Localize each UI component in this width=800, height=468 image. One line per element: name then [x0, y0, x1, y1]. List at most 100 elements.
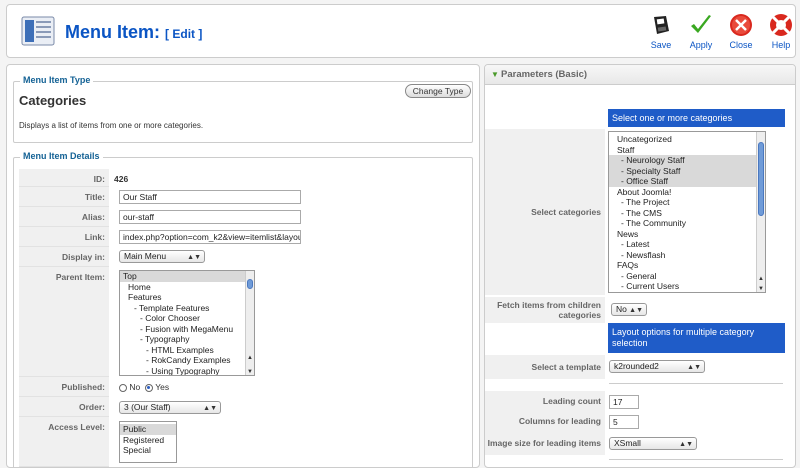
apply-button[interactable]: Apply — [681, 13, 721, 50]
category-option[interactable]: - Office Staff — [609, 176, 765, 187]
help-button[interactable]: Help — [761, 13, 800, 50]
change-type-button[interactable]: Change Type — [405, 84, 471, 98]
id-label: ID: — [19, 169, 109, 187]
link-input[interactable]: index.php?option=com_k2&view=itemlist&la… — [119, 230, 301, 244]
parent-item-label: Parent Item: — [19, 267, 109, 377]
parent-option[interactable]: - Using Typography — [120, 366, 254, 376]
parent-option[interactable]: - Typography — [120, 334, 254, 345]
display-in-select[interactable]: Main Menu ▲▼ — [119, 250, 205, 263]
parent-item-row: Parent Item: Top Home Features - Templat… — [19, 267, 469, 377]
checkmark-icon — [691, 15, 711, 33]
parent-item-listbox[interactable]: Top Home Features - Template Features - … — [119, 270, 255, 376]
select-arrows-icon: ▲▼ — [687, 364, 701, 371]
published-no-radio[interactable] — [119, 383, 127, 392]
order-value: 3 (Our Staff) — [124, 402, 171, 412]
category-option[interactable]: - Neurology Staff — [609, 155, 765, 166]
menu-item-details-legend: Menu Item Details — [20, 151, 103, 161]
categories-scrollbar[interactable]: ▲ ▼ — [756, 132, 765, 292]
scroll-up-icon[interactable]: ▲ — [757, 276, 765, 282]
toolbar: Menu Item: [ Edit ] Save Apply Close Hel… — [6, 4, 796, 58]
published-radios: No Yes — [119, 382, 169, 392]
link-row: Link: index.php?option=com_k2&view=iteml… — [19, 227, 469, 247]
image-size-select[interactable]: XSmall ▲▼ — [609, 437, 697, 450]
access-level-listbox[interactable]: Public Registered Special — [119, 421, 177, 463]
category-option[interactable]: - The Project — [609, 197, 765, 208]
published-no-label: No — [129, 382, 141, 392]
image-size-value: XSmall — [614, 438, 641, 448]
category-option[interactable]: FAQs — [609, 260, 765, 271]
category-option[interactable]: - The Community — [609, 218, 765, 229]
menu-item-type-legend: Menu Item Type — [20, 75, 94, 85]
access-level-row: Access Level: Public Registered Special — [19, 417, 469, 467]
category-option[interactable]: - Latest — [609, 239, 765, 250]
columns-leading-input[interactable]: 5 — [609, 415, 639, 429]
fetch-children-row: Fetch items from children categories No … — [485, 297, 795, 323]
category-option[interactable]: Uncategorized — [609, 134, 765, 145]
template-select[interactable]: k2rounded2 ▲▼ — [609, 360, 705, 373]
menu-item-type-name: Categories — [19, 93, 87, 108]
category-option[interactable]: - Specialty Staff — [609, 165, 765, 176]
parent-option[interactable]: Home — [120, 282, 254, 293]
leading-count-input[interactable]: 17 — [609, 395, 639, 409]
menu-item-type-fieldset: Menu Item Type — [13, 75, 473, 143]
scroll-up-icon[interactable]: ▲ — [246, 355, 254, 361]
page-title: Menu Item: [ Edit ] — [65, 22, 202, 43]
save-button[interactable]: Save — [641, 13, 681, 50]
access-option[interactable]: Registered — [120, 435, 176, 446]
alias-input[interactable]: our-staff — [119, 210, 301, 224]
parent-option[interactable]: - RokCandy Examples — [120, 355, 254, 366]
scroll-down-icon[interactable]: ▼ — [246, 369, 254, 375]
category-option[interactable]: - The CMS — [609, 208, 765, 219]
categories-listbox[interactable]: Uncategorized Staff - Neurology Staff - Spe… — [608, 131, 766, 293]
fetch-children-value: No — [616, 304, 627, 314]
template-value: k2rounded2 — [614, 361, 659, 371]
fetch-children-select[interactable]: No ▲▼ — [611, 303, 647, 316]
parent-option[interactable]: - HTML Examples — [120, 345, 254, 356]
category-option[interactable]: - Newsflash — [609, 250, 765, 261]
leading-count-label: Leading count — [485, 391, 605, 411]
fetch-children-label: Fetch items from children categories — [485, 297, 605, 323]
order-label: Order: — [19, 397, 109, 417]
template-label: Select a template — [485, 355, 605, 379]
category-option[interactable]: About Joomla! — [609, 187, 765, 198]
parameters-header[interactable]: ▼ Parameters (Basic) — [485, 65, 795, 85]
select-arrows-icon: ▲▼ — [679, 441, 693, 448]
access-level-label: Access Level: — [19, 417, 109, 467]
access-option[interactable]: Special — [120, 445, 176, 456]
help-label: Help — [771, 40, 791, 50]
parent-option[interactable]: - Template Features — [120, 303, 254, 314]
published-yes-radio[interactable] — [144, 383, 153, 392]
access-option[interactable]: Public — [120, 424, 176, 435]
order-row: Order: 3 (Our Staff) ▲▼ — [19, 397, 469, 417]
display-in-label: Display in: — [19, 247, 109, 267]
scrollbar-thumb[interactable] — [247, 279, 253, 289]
published-row: Published: No Yes — [19, 377, 469, 397]
parent-listbox-scrollbar[interactable]: ▲ ▼ — [245, 271, 254, 375]
category-option[interactable]: - General — [609, 271, 765, 282]
display-in-value: Main Menu — [124, 251, 167, 261]
title-input[interactable]: Our Staff — [119, 190, 301, 204]
parent-option[interactable]: Features — [120, 292, 254, 303]
select-categories-label: Select categories — [485, 129, 605, 295]
parent-option[interactable]: Top — [120, 271, 254, 282]
order-select[interactable]: 3 (Our Staff) ▲▼ — [119, 401, 221, 414]
divider — [609, 459, 783, 460]
published-label: Published: — [19, 377, 109, 397]
layout-options-heading: Layout options for multiple category sel… — [608, 323, 785, 353]
scrollbar-thumb[interactable] — [758, 142, 764, 216]
expand-triangle-icon: ▼ — [491, 70, 499, 79]
parent-option[interactable]: - Color Chooser — [120, 313, 254, 324]
close-label: Close — [729, 40, 753, 50]
scroll-down-icon[interactable]: ▼ — [757, 286, 765, 292]
close-button[interactable]: Close — [721, 13, 761, 50]
image-size-row: Image size for leading items XSmall ▲▼ — [485, 431, 795, 455]
parameters-header-text: Parameters (Basic) — [501, 69, 588, 80]
category-option[interactable]: - Current Users — [609, 281, 765, 292]
display-in-row: Display in: Main Menu ▲▼ — [19, 247, 469, 267]
category-option[interactable]: News — [609, 229, 765, 240]
parent-option[interactable]: - Fusion with MegaMenu — [120, 324, 254, 335]
page-title-edit: [ Edit ] — [165, 27, 203, 41]
category-option[interactable]: Staff — [609, 145, 765, 156]
save-icon — [654, 16, 669, 34]
divider — [609, 383, 783, 384]
